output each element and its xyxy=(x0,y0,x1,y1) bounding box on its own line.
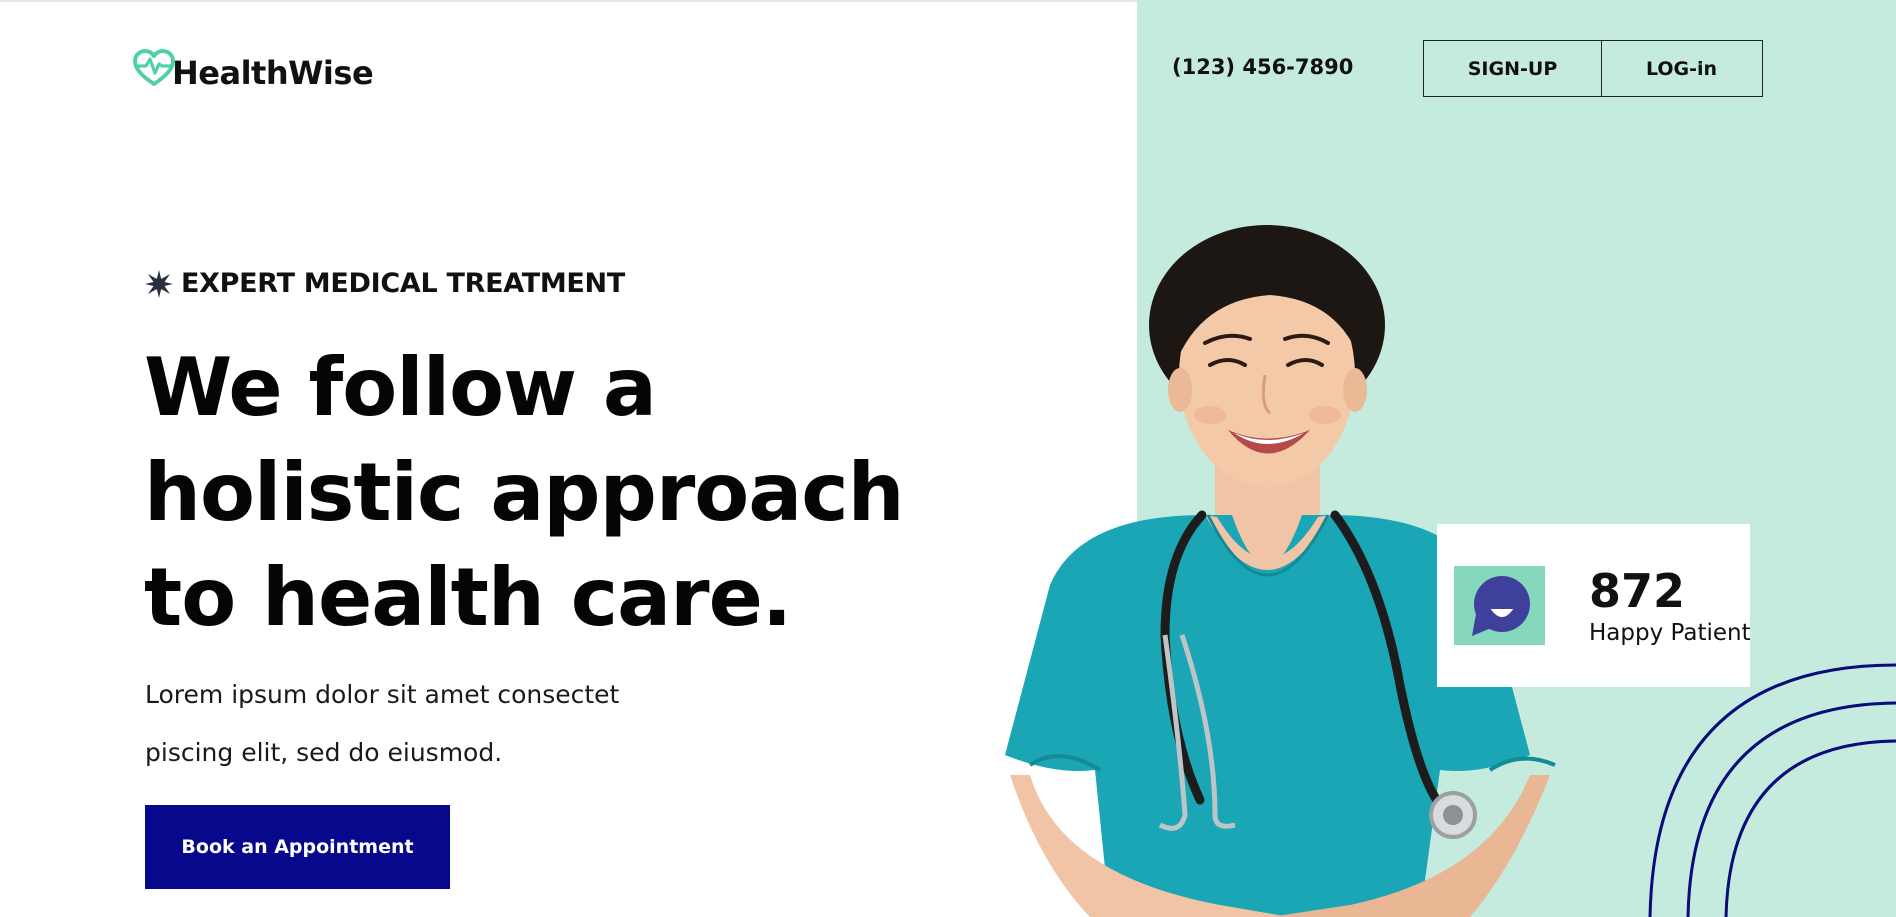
login-button[interactable]: LOG-in xyxy=(1600,40,1763,97)
phone-number[interactable]: (123) 456-7890 xyxy=(1172,55,1353,79)
headline-line-3: to health care. xyxy=(144,551,792,644)
heart-pulse-icon xyxy=(133,49,175,86)
hero-description: Lorem ipsum dolor sit amet consectet pis… xyxy=(145,666,619,782)
description-line-1: Lorem ipsum dolor sit amet consectet xyxy=(145,680,620,709)
eyebrow-text: EXPERT MEDICAL TREATMENT xyxy=(181,268,625,299)
stat-value: 872 xyxy=(1589,564,1686,618)
stat-label: Happy Patients xyxy=(1589,620,1750,646)
decorative-arcs xyxy=(1648,663,1896,917)
auth-button-group: SIGN-UP LOG-in xyxy=(1423,40,1763,97)
stat-icon-box xyxy=(1454,566,1545,645)
description-line-2: piscing elit, sed do eiusmod. xyxy=(145,738,503,767)
hero-headline: We follow a holistic approach to health … xyxy=(144,335,964,650)
brand-logo[interactable]: HealthWise xyxy=(132,44,374,92)
chat-bubble-icon xyxy=(1471,575,1530,636)
headline-line-2: holistic approach xyxy=(144,446,905,539)
headline-line-1: We follow a xyxy=(144,341,657,434)
eyebrow: EXPERT MEDICAL TREATMENT xyxy=(145,268,625,299)
signup-button[interactable]: SIGN-UP xyxy=(1423,40,1602,97)
book-appointment-button[interactable]: Book an Appointment xyxy=(145,805,450,889)
brand-name: HealthWise xyxy=(172,54,374,92)
star-burst-icon xyxy=(145,269,173,298)
